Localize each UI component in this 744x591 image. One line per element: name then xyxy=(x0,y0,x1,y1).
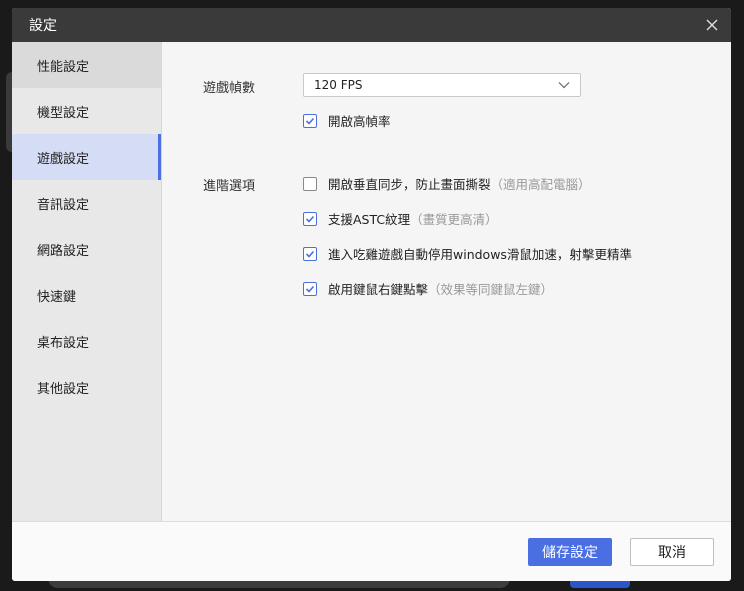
game-settings-panel: 遊戲幀數 120 FPS 開啟高幀率 進階選項 開啟垂直同步，防止畫面撕裂 （適用… xyxy=(162,42,731,521)
high-fps-checkbox[interactable] xyxy=(303,113,317,128)
sidebar-item-device-model[interactable]: 機型設定 xyxy=(12,88,161,134)
sidebar-item-audio[interactable]: 音訊設定 xyxy=(12,180,161,226)
sidebar-item-label: 網路設定 xyxy=(37,243,90,259)
vsync-hint: （適用高配電腦） xyxy=(490,177,591,192)
sidebar-item-label: 其他設定 xyxy=(37,381,90,397)
sidebar-item-label: 遊戲設定 xyxy=(37,151,90,167)
sidebar-item-label: 音訊設定 xyxy=(37,197,90,213)
sidebar-item-label: 性能設定 xyxy=(37,59,90,75)
mouse-accel-checkbox[interactable] xyxy=(303,246,317,261)
vsync-checkbox-row[interactable]: 開啟垂直同步，防止畫面撕裂 （適用高配電腦） xyxy=(303,174,591,193)
close-icon[interactable] xyxy=(703,16,721,34)
sidebar-item-game[interactable]: 遊戲設定 xyxy=(12,134,161,180)
right-click-label: 啟用鍵鼠右鍵點擊 xyxy=(328,282,429,297)
chevron-down-icon xyxy=(558,78,570,93)
dialog-titlebar: 設定 xyxy=(12,8,731,42)
check-icon xyxy=(305,117,315,125)
sidebar-item-label: 桌布設定 xyxy=(37,335,90,351)
cancel-button[interactable]: 取消 xyxy=(630,538,714,566)
sidebar-item-label: 機型設定 xyxy=(37,105,90,121)
fps-select[interactable]: 120 FPS xyxy=(303,73,581,97)
right-click-checkbox[interactable] xyxy=(303,281,317,296)
high-fps-checkbox-row[interactable]: 開啟高幀率 xyxy=(303,111,391,130)
high-fps-label: 開啟高幀率 xyxy=(328,114,391,129)
astc-checkbox[interactable] xyxy=(303,211,317,226)
advanced-options-label: 進階選項 xyxy=(203,179,256,194)
check-icon xyxy=(305,250,315,258)
sidebar-item-label: 快速鍵 xyxy=(37,289,77,305)
dialog-footer: 儲存設定 取消 xyxy=(12,521,731,581)
check-icon xyxy=(305,285,315,293)
dialog-title: 設定 xyxy=(29,18,57,34)
fps-select-value: 120 FPS xyxy=(314,78,363,92)
astc-label: 支援ASTC紋理 xyxy=(328,212,411,227)
mouse-accel-label: 進入吃雞遊戲自動停用windows滑鼠加速，射擊更精準 xyxy=(328,247,632,262)
fps-label: 遊戲幀數 xyxy=(203,81,256,96)
background-app-button xyxy=(570,580,630,588)
sidebar-item-performance[interactable]: 性能設定 xyxy=(12,42,161,88)
settings-sidebar: 性能設定 機型設定 遊戲設定 音訊設定 網路設定 快速鍵 桌布設定 其他設定 xyxy=(12,42,162,521)
vsync-label: 開啟垂直同步，防止畫面撕裂 xyxy=(328,177,491,192)
sidebar-item-wallpaper[interactable]: 桌布設定 xyxy=(12,318,161,364)
sidebar-item-network[interactable]: 網路設定 xyxy=(12,226,161,272)
astc-hint: （畫質更高清） xyxy=(410,212,498,227)
sidebar-item-other[interactable]: 其他設定 xyxy=(12,364,161,410)
sidebar-item-shortcuts[interactable]: 快速鍵 xyxy=(12,272,161,318)
right-click-hint: （效果等同鍵鼠左鍵） xyxy=(428,282,554,297)
right-click-checkbox-row[interactable]: 啟用鍵鼠右鍵點擊 （效果等同鍵鼠左鍵） xyxy=(303,279,553,298)
vsync-checkbox[interactable] xyxy=(303,176,317,191)
check-icon xyxy=(305,215,315,223)
settings-dialog: 設定 性能設定 機型設定 遊戲設定 音訊設定 網路設定 快速鍵 桌布設定 其他設… xyxy=(12,8,731,581)
save-button[interactable]: 儲存設定 xyxy=(528,538,612,566)
mouse-accel-checkbox-row[interactable]: 進入吃雞遊戲自動停用windows滑鼠加速，射擊更精準 xyxy=(303,244,632,263)
astc-checkbox-row[interactable]: 支援ASTC紋理 （畫質更高清） xyxy=(303,209,498,228)
